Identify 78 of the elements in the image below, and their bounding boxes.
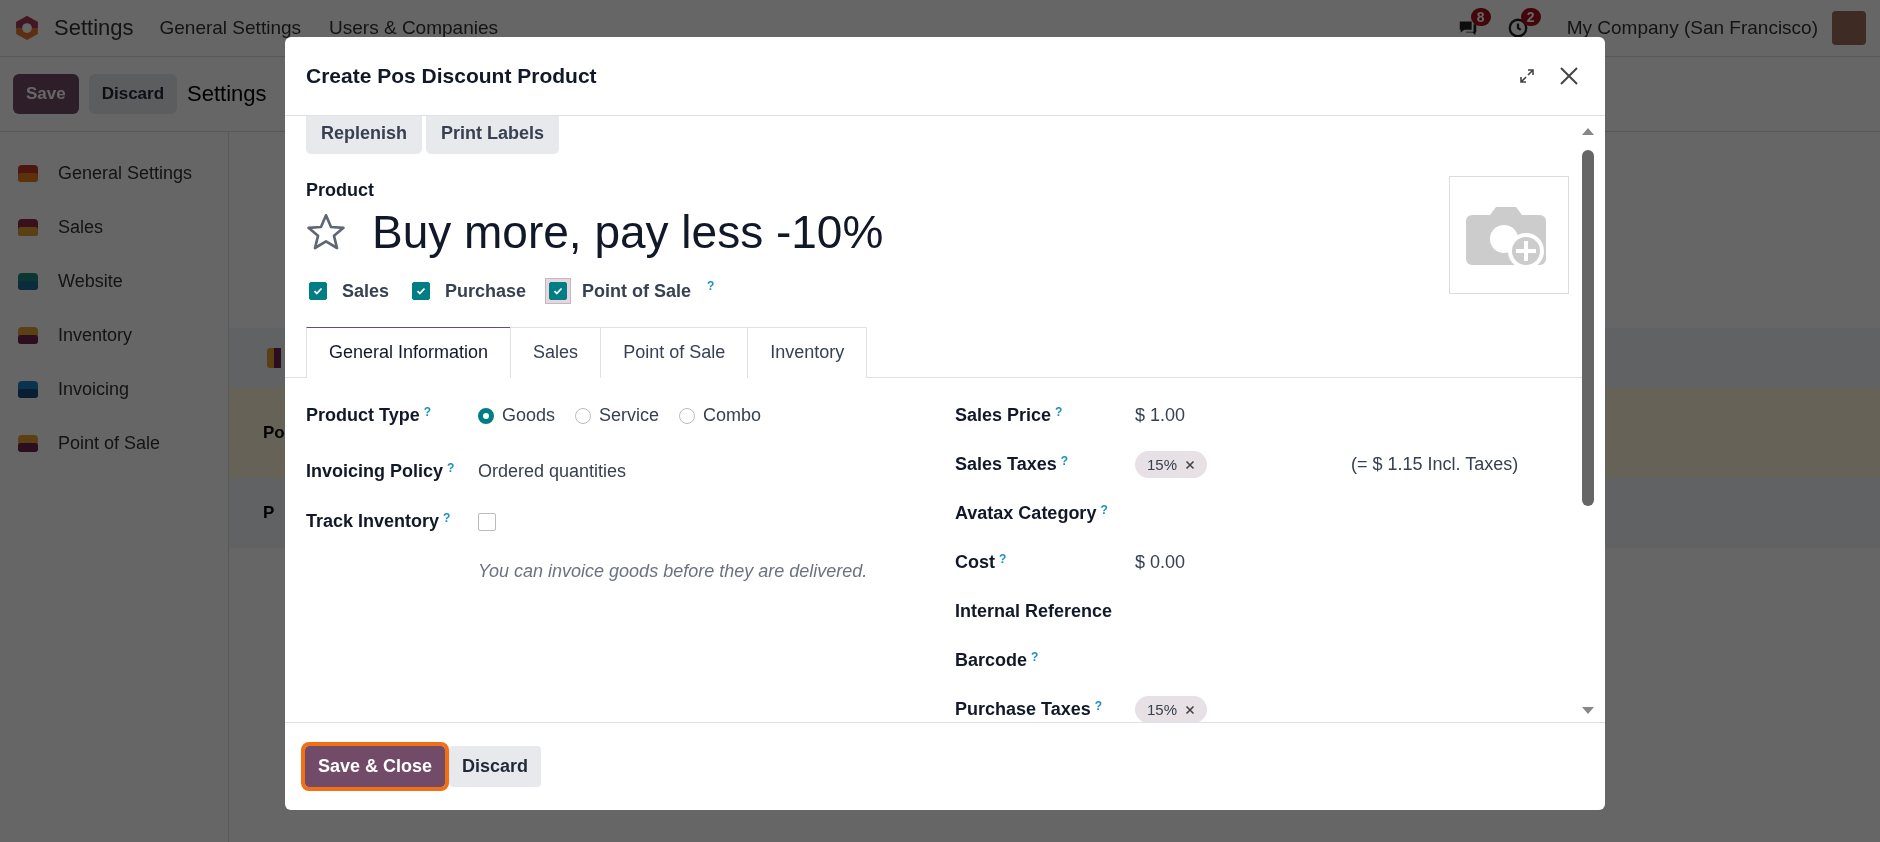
- sidebar-item[interactable]: Sales: [0, 200, 228, 254]
- help-mark[interactable]: ?: [1055, 405, 1063, 419]
- footer-button[interactable]: Discard: [449, 746, 542, 787]
- menu-item[interactable]: General Settings: [159, 17, 302, 39]
- field-label: Sales Price: [955, 405, 1052, 426]
- radio-label[interactable]: Combo: [703, 405, 762, 426]
- help-mark[interactable]: ?: [999, 552, 1007, 566]
- help-note: You can invoice goods before they are delivered.: [478, 561, 868, 582]
- checkbox-label[interactable]: Sales: [342, 280, 390, 302]
- scroll-up-icon[interactable]: [1581, 126, 1595, 136]
- field-label: Purchase Taxes: [955, 699, 1091, 720]
- expand-icon[interactable]: [1519, 68, 1535, 84]
- field-label: Product Type: [306, 405, 420, 426]
- radio-label[interactable]: Goods: [502, 405, 556, 426]
- field-value[interactable]: $ 0.00: [1135, 552, 1186, 573]
- smart-button[interactable]: Print Labels: [426, 116, 560, 154]
- app-logo-icon[interactable]: [14, 15, 40, 41]
- help-mark[interactable]: ?: [1094, 699, 1103, 713]
- tax-tag[interactable]: 15%: [1135, 696, 1208, 722]
- tab[interactable]: Point of Sale: [600, 327, 749, 378]
- help-mark[interactable]: ?: [443, 511, 451, 525]
- clock-icon[interactable]: [1506, 17, 1529, 39]
- scroll-down-icon[interactable]: [1581, 706, 1595, 716]
- menu-item[interactable]: Users & Companies: [329, 17, 498, 39]
- sidebar-item[interactable]: Website: [0, 254, 228, 308]
- checkbox-label[interactable]: Purchase: [445, 280, 527, 302]
- checkbox[interactable]: [478, 513, 496, 531]
- help-mark[interactable]: ?: [1031, 650, 1039, 664]
- field-label: Barcode: [955, 650, 1028, 671]
- field-label: Avatax Category: [955, 503, 1097, 524]
- field-value[interactable]: Ordered quantities: [478, 461, 627, 482]
- star-icon[interactable]: [306, 212, 346, 252]
- close-icon[interactable]: [1559, 66, 1579, 86]
- help-mark[interactable]: ?: [1060, 454, 1069, 468]
- sidebar-item[interactable]: General Settings: [0, 146, 228, 200]
- check-icon: [552, 285, 565, 297]
- field-label: Cost: [955, 552, 995, 573]
- tab[interactable]: Inventory: [747, 327, 868, 378]
- help-mark[interactable]: ?: [447, 461, 455, 475]
- scrollbar-thumb[interactable]: [1582, 150, 1594, 506]
- field-label: Sales Taxes: [955, 454, 1057, 475]
- help-mark[interactable]: ?: [423, 405, 432, 419]
- tab[interactable]: General Information: [306, 327, 512, 378]
- page-title: Settings: [187, 81, 267, 107]
- dialog-title: Create Pos Discount Product: [306, 64, 598, 88]
- check-icon: [415, 285, 428, 297]
- sidebar-item[interactable]: Point of Sale: [0, 416, 228, 470]
- sidebar-item[interactable]: Inventory: [0, 308, 228, 362]
- smart-button[interactable]: Replenish: [306, 116, 423, 154]
- checkbox-label[interactable]: Point of Sale: [582, 280, 692, 302]
- app-name[interactable]: Settings: [54, 15, 134, 41]
- checkbox[interactable]: [412, 282, 431, 300]
- control-button[interactable]: Save: [13, 74, 79, 114]
- field-label: Track Inventory: [306, 511, 440, 532]
- setting-title: P: [263, 503, 275, 523]
- tab[interactable]: Sales: [510, 327, 602, 378]
- sidebar-item[interactable]: Invoicing: [0, 362, 228, 416]
- control-button[interactable]: Discard: [88, 74, 178, 114]
- notification-badge: 2: [1520, 8, 1541, 26]
- check-icon: [312, 285, 324, 297]
- app-icon: [267, 348, 281, 368]
- field-label: Invoicing Policy: [306, 461, 444, 482]
- radio-button[interactable]: [478, 407, 494, 424]
- setting-title: Po: [263, 423, 285, 443]
- product-name-field[interactable]: Buy more, pay less -10%: [372, 205, 884, 259]
- help-mark[interactable]: ?: [707, 279, 715, 293]
- remove-icon[interactable]: [1185, 704, 1196, 715]
- tax-included-amount: (= $ 1.15 Incl. Taxes): [1351, 454, 1519, 475]
- radio-label[interactable]: Service: [599, 405, 660, 426]
- field-value[interactable]: $ 1.00: [1135, 405, 1186, 426]
- company-switcher[interactable]: My Company (San Francisco): [1566, 17, 1818, 39]
- remove-icon[interactable]: [1185, 459, 1196, 470]
- help-mark[interactable]: ?: [1100, 503, 1108, 517]
- field-label: Internal Reference: [955, 601, 1113, 622]
- notification-badge: 8: [1470, 8, 1491, 26]
- field-label: Product: [306, 180, 375, 201]
- checkbox[interactable]: [309, 282, 327, 300]
- tax-tag[interactable]: 15%: [1135, 451, 1208, 478]
